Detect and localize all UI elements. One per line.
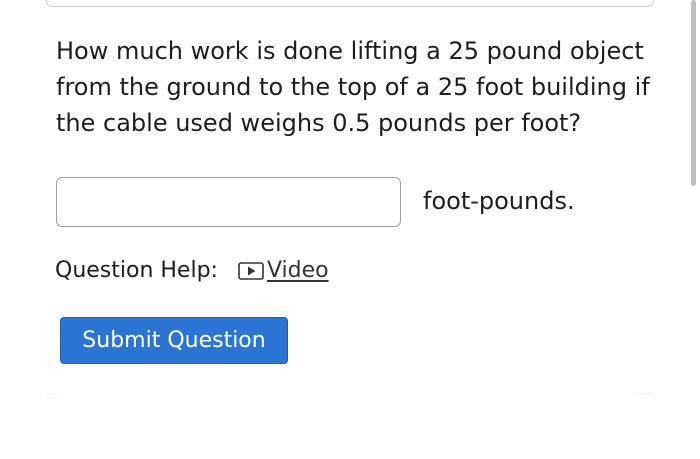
video-help-link[interactable]: Video	[238, 258, 329, 283]
question-text: How much work is done lifting a 25 pound…	[56, 37, 650, 137]
page-scrollbar[interactable]	[691, 0, 696, 186]
answer-input[interactable]	[56, 177, 401, 227]
previous-card-edge	[46, 0, 654, 7]
question-help-label: Question Help:	[55, 257, 218, 283]
question-page: How much work is done lifting a 25 pound…	[0, 0, 700, 459]
submit-question-button[interactable]: Submit Question	[60, 317, 288, 364]
play-video-icon	[238, 261, 264, 280]
video-link-label: Video	[266, 257, 329, 283]
card-bottom-border	[46, 393, 652, 394]
units-label: foot-pounds.	[423, 187, 575, 215]
question-help-row: Question Help: Video	[55, 254, 329, 286]
